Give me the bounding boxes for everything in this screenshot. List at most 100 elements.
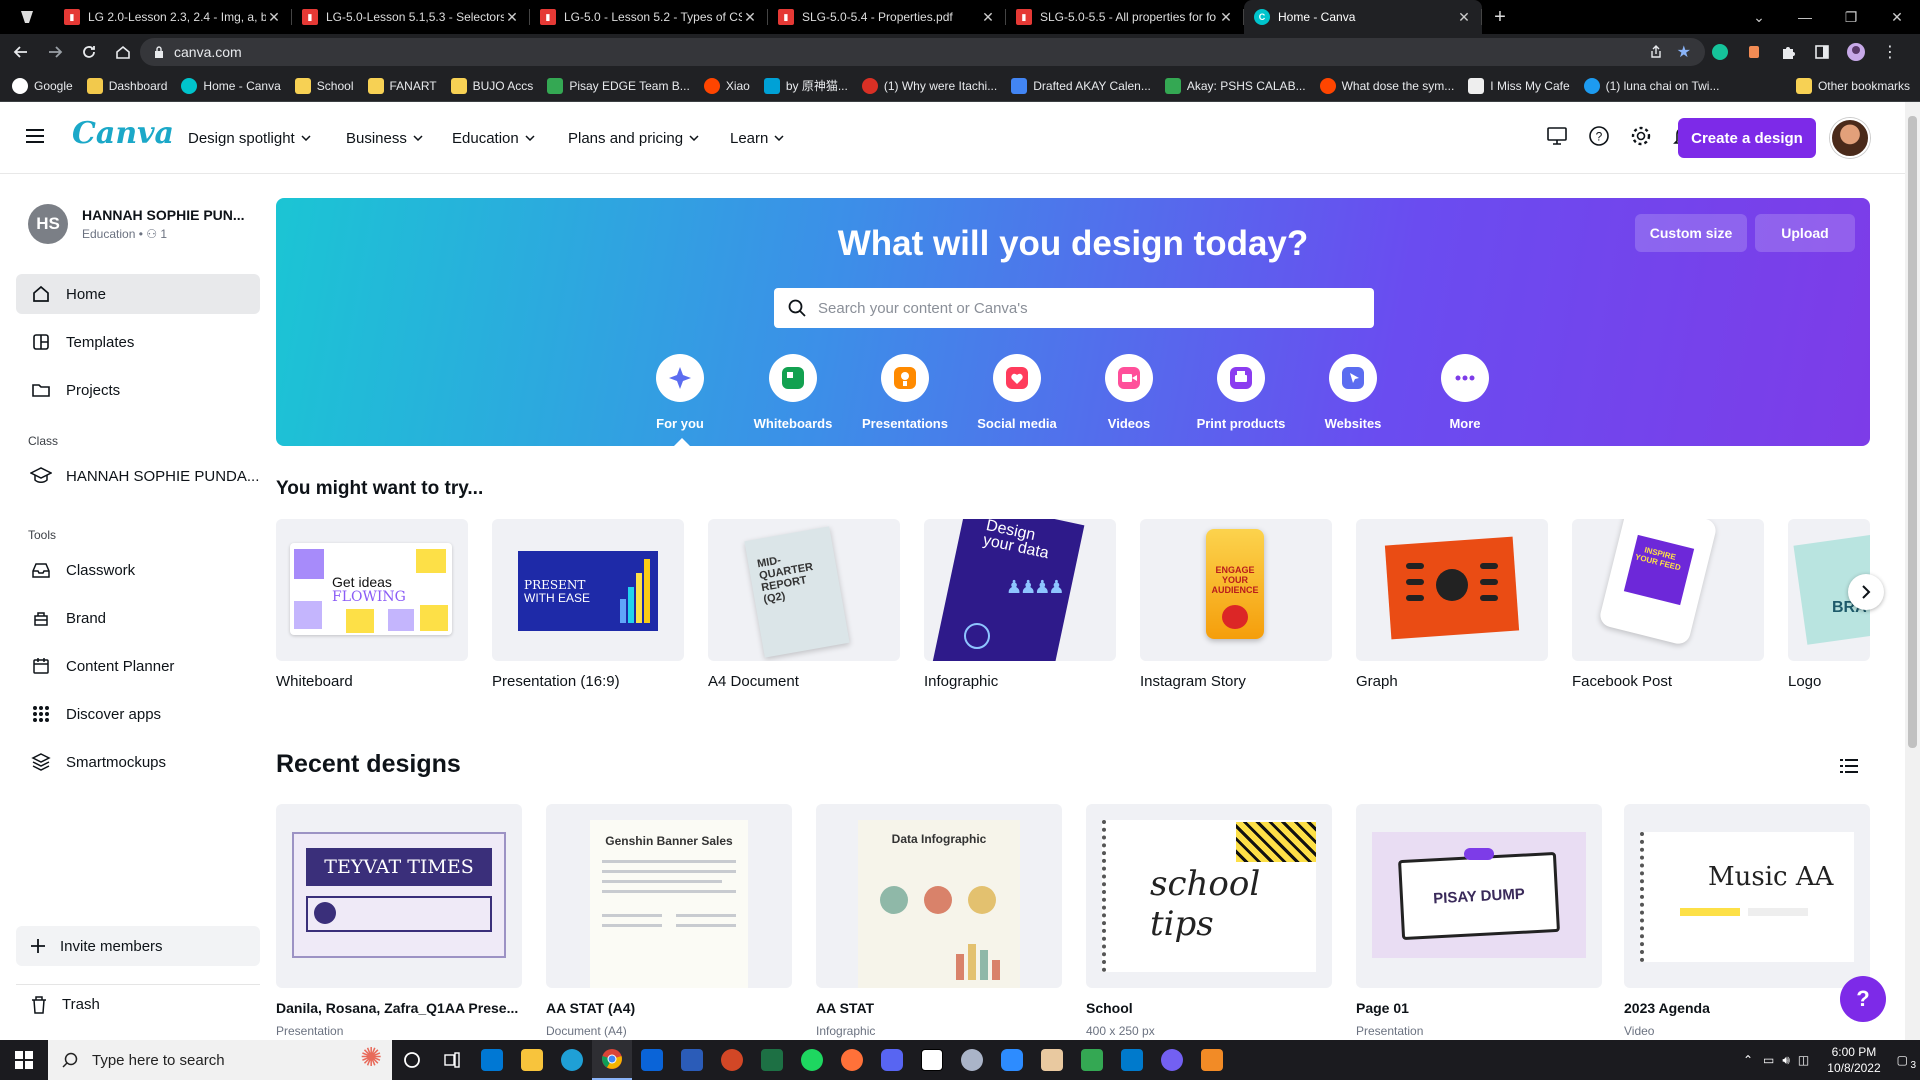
browser-tab[interactable]: ▮ LG-5.0 - Lesson 5.2 - Types of CS ✕: [530, 0, 768, 34]
close-tab-icon[interactable]: ✕: [1218, 9, 1234, 26]
bookmark-item[interactable]: Xiao: [703, 77, 750, 94]
url-bar[interactable]: canva.com ★: [140, 38, 1705, 66]
close-tab-icon[interactable]: ✕: [504, 9, 520, 26]
menu-business[interactable]: Business: [346, 102, 423, 174]
custom-size-button[interactable]: Custom size: [1635, 214, 1747, 252]
minimize-icon[interactable]: —: [1782, 9, 1828, 25]
try-card-whiteboard[interactable]: Get ideas FLOWING Whiteboard: [276, 519, 468, 690]
cortana-icon[interactable]: [392, 1040, 432, 1080]
sidebar-item-home[interactable]: Home: [16, 274, 260, 314]
category-whiteboards[interactable]: Whiteboards: [743, 354, 843, 431]
browser-menu-icon[interactable]: ⋮: [1880, 42, 1900, 62]
side-panel-icon[interactable]: [1812, 42, 1832, 62]
list-view-icon[interactable]: [1840, 758, 1858, 774]
store-icon[interactable]: [472, 1040, 512, 1080]
bookmark-item[interactable]: Akay: PSHS CALAB...: [1164, 77, 1306, 94]
recent-design-card[interactable]: PISAY DUMP Page 01 Presentation: [1356, 804, 1602, 1038]
user-avatar[interactable]: [1830, 118, 1870, 158]
share-icon[interactable]: [1649, 45, 1663, 59]
profile-icon[interactable]: [1846, 42, 1866, 62]
close-tab-icon[interactable]: ✕: [1456, 9, 1472, 26]
recent-design-card[interactable]: Music AA 2023 Agenda Video: [1624, 804, 1870, 1038]
scrollbar-thumb[interactable]: [1908, 116, 1917, 748]
category-print-products[interactable]: Print products: [1191, 354, 1291, 431]
bookmark-item[interactable]: What dose the sym...: [1319, 77, 1454, 94]
sidebar-item-brand[interactable]: Brand: [16, 598, 260, 638]
excel-icon[interactable]: [752, 1040, 792, 1080]
new-tab-icon[interactable]: +: [1482, 6, 1518, 29]
edge-icon[interactable]: [552, 1040, 592, 1080]
desktop-app-icon[interactable]: [1545, 124, 1569, 148]
menu-learn[interactable]: Learn: [730, 102, 784, 174]
notion-icon[interactable]: [912, 1040, 952, 1080]
steam-icon[interactable]: [952, 1040, 992, 1080]
browser-tab[interactable]: ▮ SLG-5.0-5.4 - Properties.pdf ✕: [768, 0, 1006, 34]
upload-button[interactable]: Upload: [1755, 214, 1855, 252]
viber-icon[interactable]: [1152, 1040, 1192, 1080]
spotify-icon[interactable]: [792, 1040, 832, 1080]
settings-gear-icon[interactable]: [1629, 124, 1653, 148]
menu-design-spotlight[interactable]: Design spotlight: [188, 102, 311, 174]
category-websites[interactable]: Websites: [1303, 354, 1403, 431]
create-design-button[interactable]: Create a design: [1678, 118, 1816, 158]
recent-design-card[interactable]: school tips School 400 x 250 px: [1086, 804, 1332, 1038]
menu-plans-pricing[interactable]: Plans and pricing: [568, 102, 699, 174]
browser-app-icon[interactable]: [0, 0, 54, 34]
powerpoint-icon[interactable]: [712, 1040, 752, 1080]
bookmark-item[interactable]: Drafted AKAY Calen...: [1011, 77, 1151, 94]
recent-design-card[interactable]: Data Infographic AA STAT Infographic: [816, 804, 1062, 1038]
grammarly-icon[interactable]: [1710, 42, 1730, 62]
browser-tab-active[interactable]: C Home - Canva ✕: [1244, 0, 1482, 34]
bookmark-folder[interactable]: FANART: [367, 77, 437, 94]
bookmark-item[interactable]: Dashboard: [86, 77, 167, 94]
close-tab-icon[interactable]: ✕: [742, 9, 758, 26]
pdf-reader-icon[interactable]: [1192, 1040, 1232, 1080]
battery-icon[interactable]: ▭: [1763, 1053, 1774, 1067]
help-icon[interactable]: ?: [1587, 124, 1611, 148]
sidebar-item-smartmockups[interactable]: Smartmockups: [16, 742, 260, 782]
close-tab-icon[interactable]: ✕: [266, 9, 282, 26]
back-icon[interactable]: [8, 39, 34, 65]
try-card-infographic[interactable]: Design your data ♟♟♟♟ Infographic: [924, 519, 1116, 690]
firefox-icon[interactable]: [832, 1040, 872, 1080]
bookmark-item[interactable]: (1) luna chai on Twi...: [1583, 77, 1719, 94]
browser-tab[interactable]: ▮ LG 2.0-Lesson 2.3, 2.4 - Img, a, br ✕: [54, 0, 292, 34]
tray-overflow-icon[interactable]: ⌃: [1743, 1053, 1753, 1067]
hamburger-menu-icon[interactable]: [26, 128, 44, 144]
try-card-graph[interactable]: Graph: [1356, 519, 1548, 690]
tab-search-icon[interactable]: ⌄: [1736, 9, 1782, 26]
sidebar-item-class[interactable]: HANNAH SOPHIE PUNDA...: [16, 456, 260, 496]
sidebar-item-templates[interactable]: Templates: [16, 322, 260, 362]
page-scrollbar[interactable]: [1905, 102, 1920, 1040]
menu-education[interactable]: Education: [452, 102, 535, 174]
windows-start-icon[interactable]: [0, 1040, 48, 1080]
discord-icon[interactable]: [872, 1040, 912, 1080]
sidebar-item-projects[interactable]: Projects: [16, 370, 260, 410]
puzzle-icon[interactable]: [1778, 42, 1798, 62]
close-window-icon[interactable]: ✕: [1874, 9, 1920, 26]
help-button[interactable]: ?: [1840, 976, 1886, 1022]
try-card-a4-document[interactable]: MID-QUARTER REPORT (Q2) A4 Document: [708, 519, 900, 690]
paint-icon[interactable]: [1032, 1040, 1072, 1080]
notifications-icon[interactable]: ▢ 3: [1897, 1053, 1916, 1071]
lock-icon[interactable]: [154, 46, 164, 58]
other-bookmarks[interactable]: Other bookmarks: [1795, 77, 1910, 94]
bookmark-item[interactable]: Pisay EDGE Team B...: [547, 77, 690, 94]
invite-members-button[interactable]: Invite members: [16, 926, 260, 966]
zoom-icon[interactable]: [992, 1040, 1032, 1080]
team-profile[interactable]: HS HANNAH SOPHIE PUN... Education • ⚇ 1: [28, 204, 245, 244]
clock[interactable]: 6:00 PM 10/8/2022: [1827, 1044, 1880, 1076]
chrome-icon[interactable]: [592, 1040, 632, 1080]
bookmark-item[interactable]: (1) Why were Itachi...: [861, 77, 997, 94]
sidebar-item-classwork[interactable]: Classwork: [16, 550, 260, 590]
task-view-icon[interactable]: [432, 1040, 472, 1080]
recent-design-card[interactable]: Genshin Banner Sales AA STAT (A4) Docume…: [546, 804, 792, 1038]
bookmark-item[interactable]: I Miss My Cafe: [1468, 77, 1570, 94]
bookmark-star-icon[interactable]: ★: [1677, 42, 1691, 62]
sidebar-item-discover-apps[interactable]: Discover apps: [16, 694, 260, 734]
browser-tab[interactable]: ▮ SLG-5.0-5.5 - All properties for fo ✕: [1006, 0, 1244, 34]
category-for-you[interactable]: For you: [630, 354, 730, 431]
category-social-media[interactable]: Social media: [967, 354, 1067, 431]
bookmark-folder[interactable]: BUJO Accs: [450, 77, 533, 94]
reload-icon[interactable]: [76, 39, 102, 65]
